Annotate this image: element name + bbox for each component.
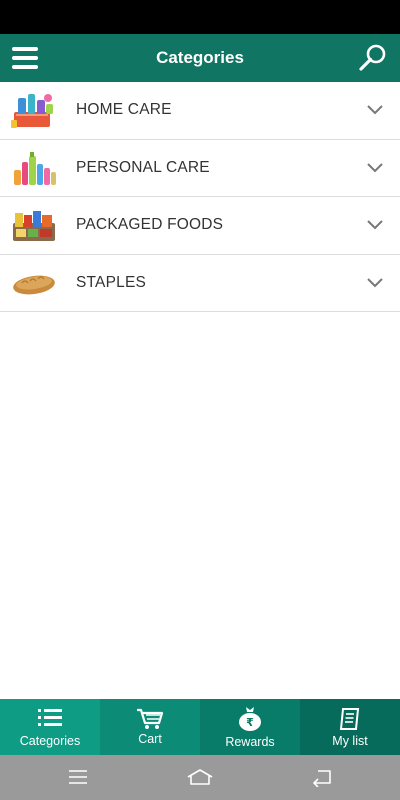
app-bar: Categories <box>0 34 400 82</box>
category-label: HOME CARE <box>76 101 172 119</box>
category-item-staples[interactable]: STAPLES <box>0 255 400 312</box>
chevron-down-icon[interactable] <box>366 276 384 290</box>
svg-text:₹: ₹ <box>246 716 254 729</box>
search-icon[interactable] <box>358 43 388 73</box>
category-list: HOME CARE PERSONAL CARE PACKAGED FOODS S… <box>0 82 400 312</box>
back-icon[interactable] <box>310 767 334 787</box>
category-label: PACKAGED FOODS <box>76 216 224 234</box>
home-icon[interactable] <box>186 767 214 787</box>
category-item-personal-care[interactable]: PERSONAL CARE <box>0 140 400 197</box>
nav-label: Rewards <box>225 735 275 749</box>
hamburger-menu-icon[interactable] <box>12 45 38 71</box>
checklist-icon <box>339 708 360 730</box>
cart-icon <box>137 708 164 729</box>
chevron-down-icon[interactable] <box>366 103 384 117</box>
chevron-down-icon[interactable] <box>366 161 384 175</box>
nav-label: Cart <box>138 732 162 746</box>
status-bar <box>0 0 400 34</box>
bread-loaf-image <box>13 275 55 295</box>
category-item-home-care[interactable]: HOME CARE <box>0 82 400 140</box>
home-care-products-image <box>11 94 53 129</box>
list-icon <box>38 709 62 726</box>
nav-tab-cart[interactable]: Cart <box>100 699 200 755</box>
category-item-packaged-foods[interactable]: PACKAGED FOODS <box>0 197 400 255</box>
personal-care-products-image <box>14 151 56 185</box>
category-label: PERSONAL CARE <box>76 158 210 176</box>
page-title: Categories <box>156 48 244 67</box>
nav-tab-my-list[interactable]: My list <box>300 699 400 755</box>
category-label: STAPLES <box>76 273 147 291</box>
menu-icon[interactable] <box>66 767 90 787</box>
nav-tab-rewards[interactable]: ₹ Rewards <box>200 699 300 755</box>
nav-label: My list <box>332 734 368 748</box>
system-navigation-bar <box>0 755 400 800</box>
nav-label: Categories <box>19 734 81 748</box>
packaged-foods-image <box>13 211 55 242</box>
nav-tab-categories[interactable]: Categories <box>0 699 100 755</box>
chevron-down-icon[interactable] <box>366 218 384 232</box>
bottom-navigation: Categories Cart ₹ Rewards My list <box>0 699 400 755</box>
money-bag-icon: ₹ <box>239 707 261 731</box>
